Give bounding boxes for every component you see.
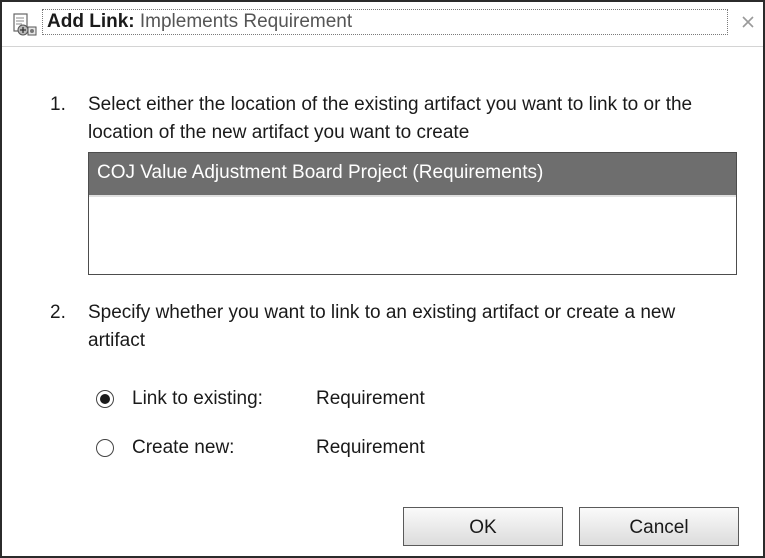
cancel-button[interactable]: Cancel [579,507,739,546]
add-link-icon [12,12,38,38]
link-to-existing-type: Requirement [316,388,425,409]
create-new-type: Requirement [316,437,425,458]
step-2-number: 2. [50,302,66,323]
dialog-titlebar: Add Link: Implements Requirement [2,2,763,47]
ok-button[interactable]: OK [403,507,563,546]
link-to-existing-label: Link to existing: [132,388,263,409]
step-2-instructions: Specify whether you want to link to an e… [88,302,676,351]
step-1-instructions: Select either the location of the existi… [88,94,693,143]
list-item-selected[interactable]: COJ Value Adjustment Board Project (Requ… [89,153,736,197]
dialog-title-bold: Add Link: [47,11,135,32]
step-1-number: 1. [50,94,66,115]
add-link-dialog: Add Link: Implements Requirement 1. Sele… [0,0,765,558]
radio-selected-dot [100,394,110,404]
link-to-existing-radio[interactable] [96,390,114,408]
dialog-title: Add Link: Implements Requirement [42,9,728,35]
create-new-radio[interactable] [96,439,114,457]
location-listbox[interactable]: COJ Value Adjustment Board Project (Requ… [88,152,737,275]
dialog-title-rest: Implements Requirement [134,11,353,32]
close-icon[interactable] [740,14,756,30]
create-new-label: Create new: [132,437,235,458]
